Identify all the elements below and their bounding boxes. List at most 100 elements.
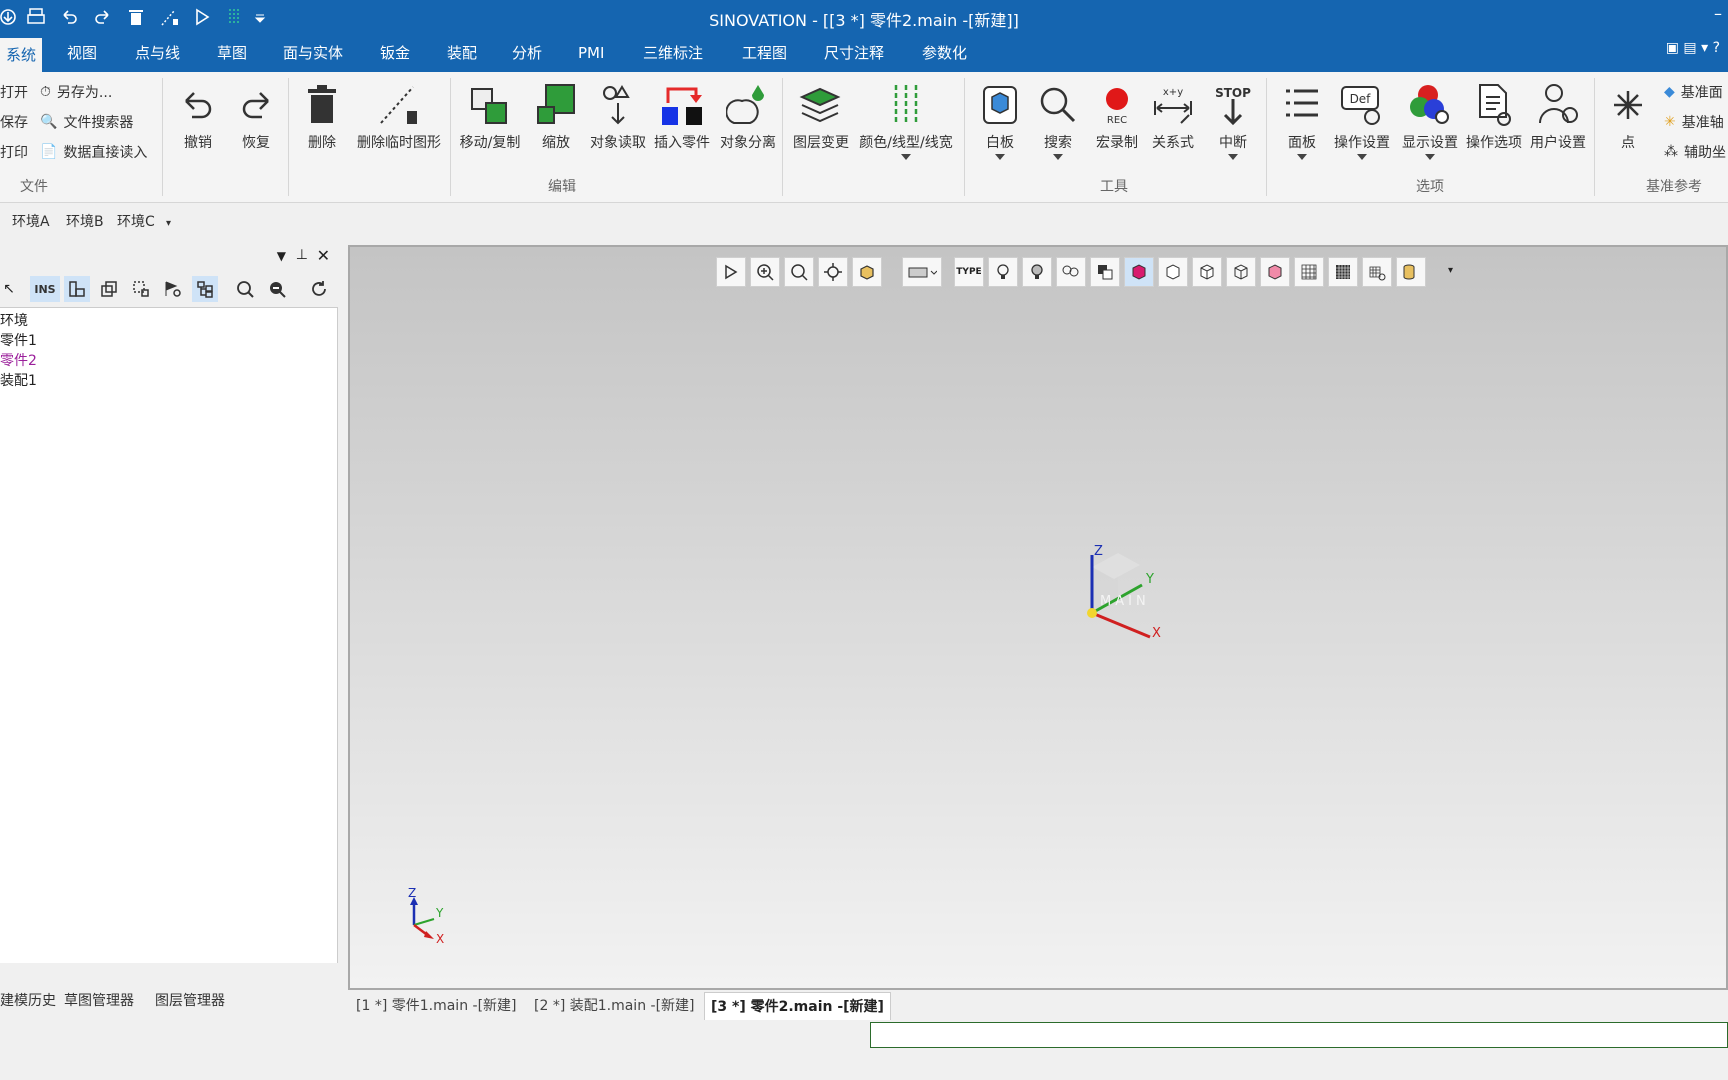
tab-parametric[interactable]: 参数化 [922, 34, 967, 72]
zoom-in-icon[interactable] [232, 276, 258, 302]
open-button[interactable]: 打开 [0, 82, 28, 102]
tree-item[interactable]: 环境 [0, 310, 28, 330]
doc-tab-part2[interactable]: [3 *] 零件2.main -[新建] [704, 992, 891, 1021]
minimize-button[interactable]: – [1714, 4, 1722, 23]
macro-record-button[interactable]: REC 宏录制 [1092, 80, 1142, 152]
pink-cube-icon[interactable] [1260, 257, 1290, 287]
scale-button[interactable]: 缩放 [532, 80, 580, 152]
env-tab-c[interactable]: 环境C [117, 211, 155, 231]
panel-button[interactable]: 面板 [1280, 80, 1324, 160]
print-button[interactable]: 打印 [0, 142, 28, 162]
color-line-button[interactable]: 颜色/线型/线宽 [856, 80, 956, 160]
search-button[interactable]: 搜索 [1036, 80, 1080, 160]
data-import-button[interactable]: 📄 数据直接读入 [40, 142, 147, 162]
op-settings-button[interactable]: Def 操作设置 [1330, 80, 1394, 160]
object-split-button[interactable]: 对象分离 [716, 80, 780, 152]
view-cube-icon[interactable] [852, 257, 882, 287]
doc-tab-assembly1[interactable]: [2 *] 装配1.main -[新建] [534, 992, 695, 1020]
tab-3d-annotation[interactable]: 三维标注 [643, 34, 703, 72]
tree-item[interactable]: 装配1 [0, 370, 37, 390]
tab-sheet-metal[interactable]: 钣金 [380, 34, 410, 72]
tab-layer-manager[interactable]: 图层管理器 [155, 990, 225, 1010]
chevron-down-icon[interactable]: ▾ [1448, 265, 1453, 276]
play-icon[interactable] [716, 257, 746, 287]
light-cube-icon[interactable] [1090, 257, 1120, 287]
layer-change-button[interactable]: 图层变更 [790, 80, 852, 152]
zoom-fit-icon[interactable] [750, 257, 780, 287]
lightbulb-filled-icon[interactable] [1022, 257, 1052, 287]
pin-icon[interactable]: ⊥ [296, 247, 308, 263]
interrupt-button[interactable]: STOP 中断 [1208, 80, 1258, 160]
relation-icon: x+y [1148, 80, 1198, 130]
shaded-pink-cube-icon[interactable] [1124, 257, 1154, 287]
undo-button[interactable]: 撤销 [176, 80, 220, 152]
file-search-button[interactable]: 🔍 文件搜索器 [40, 112, 133, 132]
close-icon[interactable]: ✕ [317, 246, 330, 265]
tree-structure-icon[interactable] [192, 276, 218, 302]
trash-icon [300, 80, 344, 130]
delete-temp-button[interactable]: 删除临时图形 [352, 80, 446, 152]
grid-icon[interactable] [1294, 257, 1324, 287]
cursor-icon[interactable]: ↖ [0, 276, 22, 302]
user-settings-button[interactable]: 用户设置 [1526, 80, 1590, 152]
tab-system[interactable]: 系统 [0, 38, 43, 72]
cylinder-light-icon[interactable] [1396, 257, 1426, 287]
search-icon [1036, 80, 1080, 130]
tab-view[interactable]: 视图 [67, 34, 97, 72]
refresh-icon[interactable] [306, 276, 332, 302]
render-mode-dropdown[interactable] [902, 257, 942, 287]
dropdown-icon[interactable]: ▼ [277, 249, 286, 263]
dense-grid-icon[interactable] [1328, 257, 1358, 287]
tab-analysis[interactable]: 分析 [512, 34, 542, 72]
doc-tab-part1[interactable]: [1 *] 零件1.main -[新建] [356, 992, 517, 1020]
datum-axis-button[interactable]: ✳ 基准轴 [1664, 112, 1724, 132]
zoom-out-icon[interactable] [264, 276, 290, 302]
tree-item[interactable]: 零件1 [0, 330, 37, 350]
insert-part-button[interactable]: 插入零件 [650, 80, 714, 152]
tab-drawing[interactable]: 工程图 [742, 34, 787, 72]
tree-item-active[interactable]: 零件2 [0, 350, 37, 370]
grid-settings-icon[interactable] [1362, 257, 1392, 287]
tab-point-line[interactable]: 点与线 [135, 34, 180, 72]
tab-pmi[interactable]: PMI [578, 34, 604, 72]
tab-modeling-history[interactable]: 建模历史 [0, 990, 56, 1010]
copy-icon[interactable] [96, 276, 122, 302]
whiteboard-button[interactable]: 白板 [978, 80, 1022, 160]
zoom-window-icon[interactable] [784, 257, 814, 287]
layout-icon[interactable] [64, 276, 90, 302]
aux-coord-button[interactable]: ⁂ 辅助坐 [1664, 142, 1726, 162]
axis-triad: Z Y X [408, 887, 444, 946]
object-read-button[interactable]: 对象读取 [586, 80, 650, 152]
multi-light-icon[interactable] [1056, 257, 1086, 287]
env-tab-b[interactable]: 环境B [66, 211, 104, 231]
delete-button[interactable]: 删除 [300, 80, 344, 152]
redo-button[interactable]: 恢复 [234, 80, 278, 152]
move-copy-button[interactable]: 移动/复制 [456, 80, 524, 152]
env-tab-a[interactable]: 环境A [12, 211, 50, 231]
display-settings-button[interactable]: 显示设置 [1398, 80, 1462, 160]
op-options-button[interactable]: 操作选项 [1462, 80, 1526, 152]
tab-surface-solid[interactable]: 面与实体 [283, 34, 343, 72]
tab-sketch[interactable]: 草图 [217, 34, 247, 72]
type-icon[interactable]: TYPE [954, 257, 984, 287]
wire-cube-icon[interactable] [1158, 257, 1188, 287]
command-input[interactable] [870, 1022, 1728, 1048]
lightbulb-icon[interactable] [988, 257, 1018, 287]
ins-button[interactable]: INS [30, 276, 60, 302]
relation-button[interactable]: x+y 关系式 [1148, 80, 1198, 152]
flag-search-icon[interactable] [160, 276, 186, 302]
point-button[interactable]: 点 [1606, 80, 1650, 152]
tab-assembly[interactable]: 装配 [447, 34, 477, 72]
wireframe-cube-icon[interactable] [1226, 257, 1256, 287]
save-button[interactable]: 保存 [0, 112, 28, 132]
tab-dimension[interactable]: 尺寸注释 [824, 34, 884, 72]
datum-plane-button[interactable]: ◆ 基准面 [1664, 82, 1723, 102]
tab-sketch-manager[interactable]: 草图管理器 [64, 990, 134, 1010]
help-icon[interactable]: ▣ ▤ ▾ ? [1666, 40, 1720, 56]
chevron-down-icon[interactable]: ▾ [166, 218, 171, 229]
select-box-icon[interactable] [128, 276, 154, 302]
3d-viewport[interactable]: TYPE ▾ MAIN Z Y X Z Y X [348, 245, 1728, 990]
hidden-line-cube-icon[interactable] [1192, 257, 1222, 287]
pan-icon[interactable] [818, 257, 848, 287]
save-as-button[interactable]: ⏱ 另存为... [40, 82, 112, 102]
